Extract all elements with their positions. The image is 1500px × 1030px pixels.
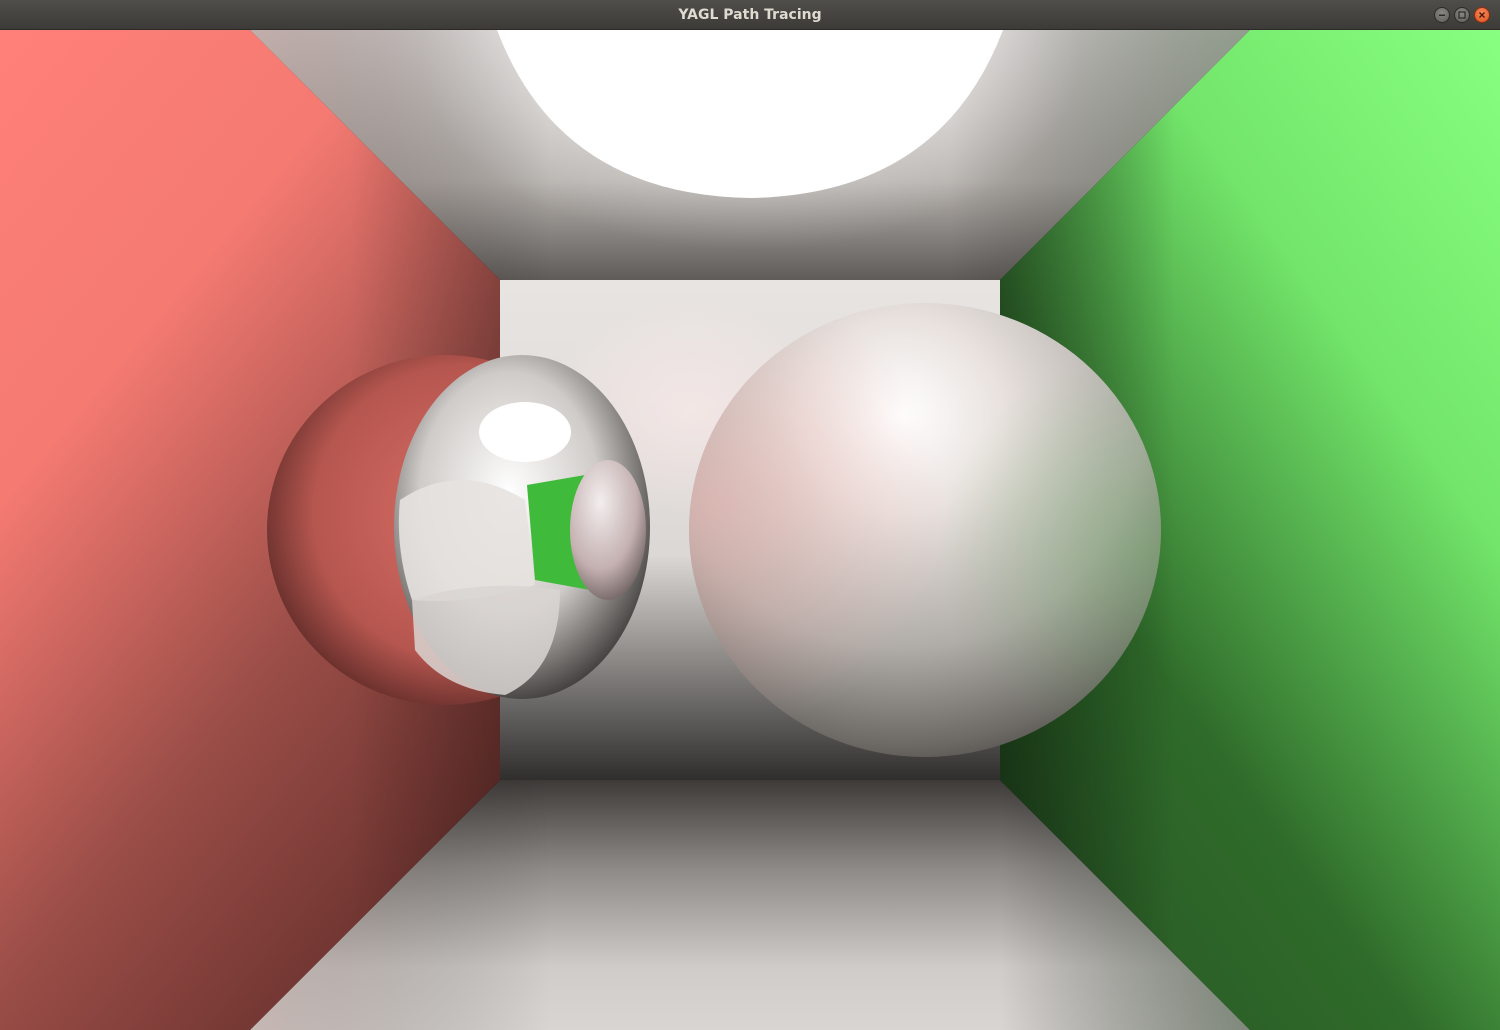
render-viewport[interactable] <box>0 30 1500 1030</box>
diffuse-sphere <box>689 303 1161 757</box>
maximize-icon[interactable] <box>1454 7 1470 23</box>
reflected-small-sphere <box>570 460 646 600</box>
window-controls <box>1434 7 1490 23</box>
app-window: YAGL Path Tracing <box>0 0 1500 1030</box>
window-title: YAGL Path Tracing <box>678 7 822 23</box>
rendered-scene <box>0 30 1500 1030</box>
minimize-icon[interactable] <box>1434 7 1450 23</box>
close-icon[interactable] <box>1474 7 1490 23</box>
title-bar[interactable]: YAGL Path Tracing <box>0 0 1500 30</box>
